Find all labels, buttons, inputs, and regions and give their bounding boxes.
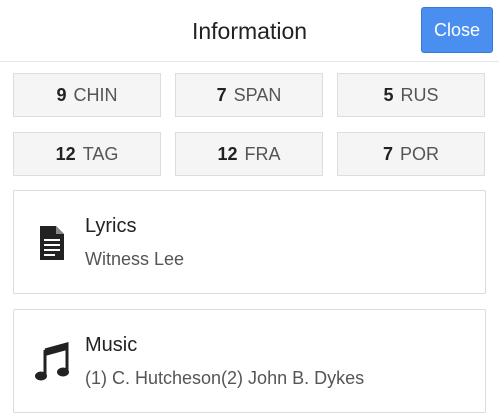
- language-count: 7: [216, 85, 227, 105]
- language-chip-chin[interactable]: 9 CHIN: [13, 73, 161, 117]
- document-icon: [40, 226, 64, 260]
- music-title: Music: [85, 334, 138, 356]
- music-card[interactable]: Music (1) C. Hutcheson(2) John B. Dykes: [13, 309, 486, 413]
- language-chip-fra[interactable]: 12 FRA: [175, 132, 323, 176]
- language-count: 5: [383, 85, 394, 105]
- lyrics-card[interactable]: Lyrics Witness Lee: [13, 190, 486, 294]
- language-count: 12: [55, 144, 76, 164]
- language-chip-rus[interactable]: 5 RUS: [337, 73, 485, 117]
- language-code: FRA: [244, 144, 281, 164]
- music-composer: (1) C. Hutcheson(2) John B. Dykes: [85, 368, 365, 388]
- language-code: RUS: [400, 85, 439, 105]
- language-chip-tag[interactable]: 12 TAG: [13, 132, 161, 176]
- language-count: 12: [217, 144, 238, 164]
- language-code: SPAN: [233, 85, 282, 105]
- music-note-icon: [35, 342, 69, 381]
- lyrics-author: Witness Lee: [85, 249, 185, 269]
- language-chip-por[interactable]: 7 POR: [337, 132, 485, 176]
- language-count: 9: [56, 85, 67, 105]
- language-chip-span[interactable]: 7 SPAN: [175, 73, 323, 117]
- close-button[interactable]: Close: [421, 7, 493, 53]
- language-code: POR: [400, 144, 440, 164]
- language-code: TAG: [82, 144, 119, 164]
- language-code: CHIN: [73, 85, 118, 105]
- language-count: 7: [382, 144, 393, 164]
- lyrics-title: Lyrics: [85, 215, 137, 237]
- header-bar: Information Close: [0, 0, 499, 62]
